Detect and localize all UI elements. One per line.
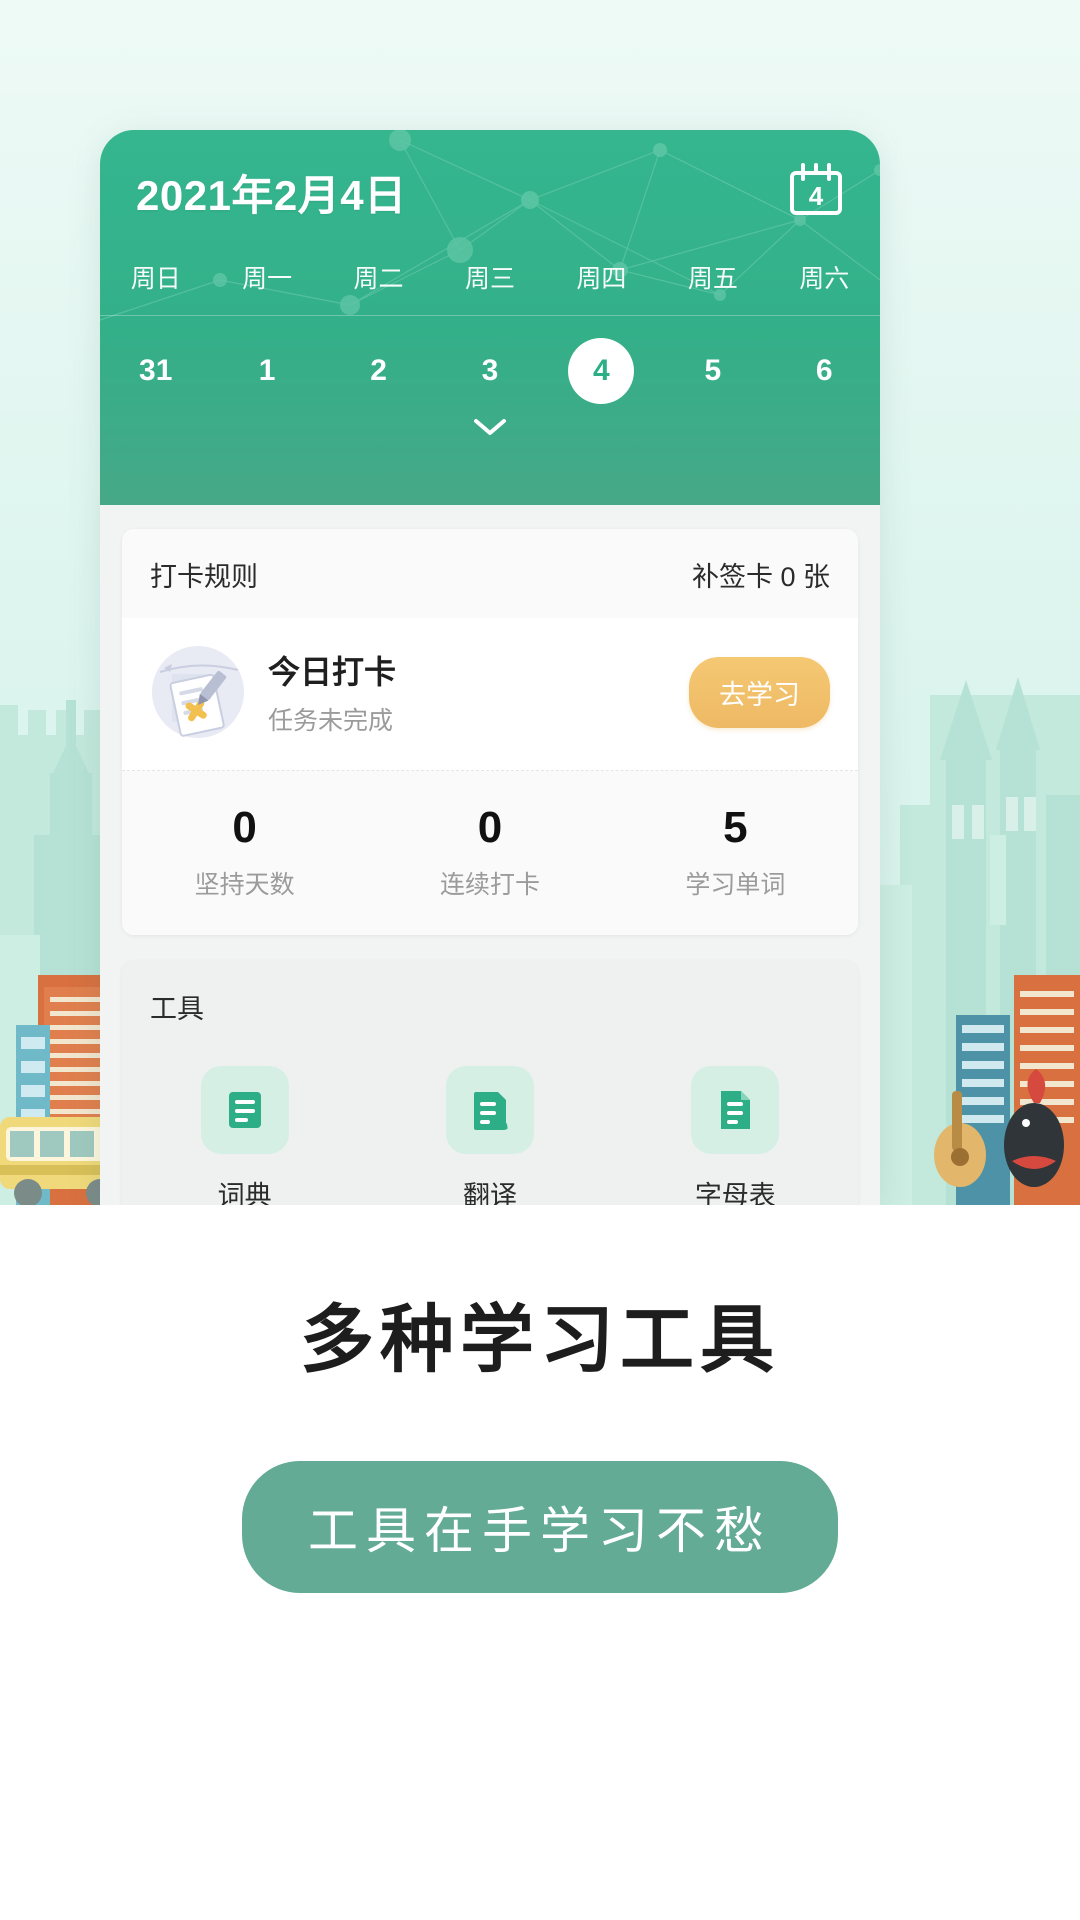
stat-label: 连续打卡 [439, 871, 540, 899]
weekday-label: 周二 [353, 265, 404, 293]
date-cell[interactable]: 2 [323, 338, 434, 404]
promo-headline: 多种学习工具 [300, 1298, 780, 1381]
expand-calendar-button[interactable] [100, 416, 880, 438]
date-number-selected: 4 [568, 338, 635, 404]
stat-value: 0 [232, 803, 257, 852]
checkin-card-header: 打卡规则 补签卡 0 张 [122, 529, 858, 618]
date-cell-selected[interactable]: 4 [546, 338, 657, 404]
stat-item: 5 学习单词 [613, 803, 858, 901]
stat-item: 0 连续打卡 [367, 803, 612, 901]
weekday-label: 周三 [464, 265, 515, 293]
tool-item-translate[interactable]: 翻译 [367, 1066, 612, 1205]
stat-value: 5 [723, 803, 748, 852]
tools-card: 工具 词典 翻译 字母表 [122, 961, 858, 1205]
today-checkin-status: 任务未完成 [268, 707, 394, 735]
promo-footer: 多种学习工具 工具在手学习不愁 [0, 1205, 1080, 1920]
date-cell[interactable]: 1 [211, 338, 322, 404]
today-checkin-text: 今日打卡 任务未完成 [268, 647, 689, 737]
calendar-icon[interactable]: 4 [788, 163, 844, 222]
date-cell[interactable]: 31 [100, 338, 211, 404]
date-number: 1 [258, 354, 276, 387]
stat-label: 学习单词 [685, 871, 786, 899]
makeup-card-count[interactable]: 补签卡 0 张 [692, 555, 830, 594]
phone-mockup: 2021年2月4日 4 周日 周一 周二 周三 周四 周五 周六 31 1 2 … [100, 130, 880, 1205]
header-top-row: 2021年2月4日 4 [100, 130, 880, 223]
weekday-label: 周一 [242, 265, 293, 293]
app-header: 2021年2月4日 4 周日 周一 周二 周三 周四 周五 周六 31 1 2 … [100, 130, 880, 505]
dictionary-book-icon [200, 1066, 289, 1154]
tools-grid: 词典 翻译 字母表 [122, 1032, 858, 1205]
app-body: 打卡规则 补签卡 0 张 今日打卡 任务未完成 去学习 0 坚持天数 0 连续打… [100, 505, 880, 1205]
tool-label: 翻译 [462, 1181, 517, 1205]
weekday-label: 周四 [576, 265, 627, 293]
checklist-incomplete-illustration [152, 646, 244, 738]
stats-row: 0 坚持天数 0 连续打卡 5 学习单词 [122, 771, 858, 935]
date-number: 3 [481, 354, 499, 387]
tools-title: 工具 [150, 994, 204, 1024]
weekday-label: 周五 [687, 265, 738, 293]
go-study-button[interactable]: 去学习 [689, 656, 830, 728]
page-title: 2021年2月4日 [136, 172, 407, 219]
weekday-row: 周日 周一 周二 周三 周四 周五 周六 [100, 259, 880, 316]
date-number: 5 [704, 354, 722, 387]
weekday-label: 周六 [799, 265, 850, 293]
today-checkin-row: 今日打卡 任务未完成 去学习 [122, 618, 858, 771]
weekday-label: 周日 [130, 265, 181, 293]
chevron-down-icon [474, 419, 506, 435]
date-cell[interactable]: 3 [434, 338, 545, 404]
stat-item: 0 坚持天数 [122, 803, 367, 901]
checkin-rules-link[interactable]: 打卡规则 [150, 555, 258, 594]
alphabet-list-icon [691, 1066, 780, 1154]
tool-item-alphabet[interactable]: 字母表 [613, 1066, 858, 1205]
checkin-card: 打卡规则 补签卡 0 张 今日打卡 任务未完成 去学习 0 坚持天数 0 连续打… [122, 529, 858, 935]
date-cell[interactable]: 5 [657, 338, 768, 404]
stat-value: 0 [477, 803, 503, 852]
date-strip: 31 1 2 3 4 5 6 [100, 338, 880, 404]
date-cell[interactable]: 6 [769, 338, 880, 404]
stat-label: 坚持天数 [194, 871, 295, 899]
date-number: 2 [370, 354, 387, 387]
tool-label: 字母表 [694, 1181, 776, 1205]
today-checkin-title: 今日打卡 [268, 654, 397, 690]
calendar-icon-day: 4 [809, 181, 824, 211]
tool-label: 词典 [217, 1181, 272, 1205]
tool-item-dictionary[interactable]: 词典 [122, 1066, 367, 1205]
translate-document-icon [445, 1066, 534, 1154]
date-number: 6 [815, 354, 833, 387]
promo-subtitle-pill: 工具在手学习不愁 [242, 1461, 838, 1593]
date-number: 31 [139, 354, 173, 387]
